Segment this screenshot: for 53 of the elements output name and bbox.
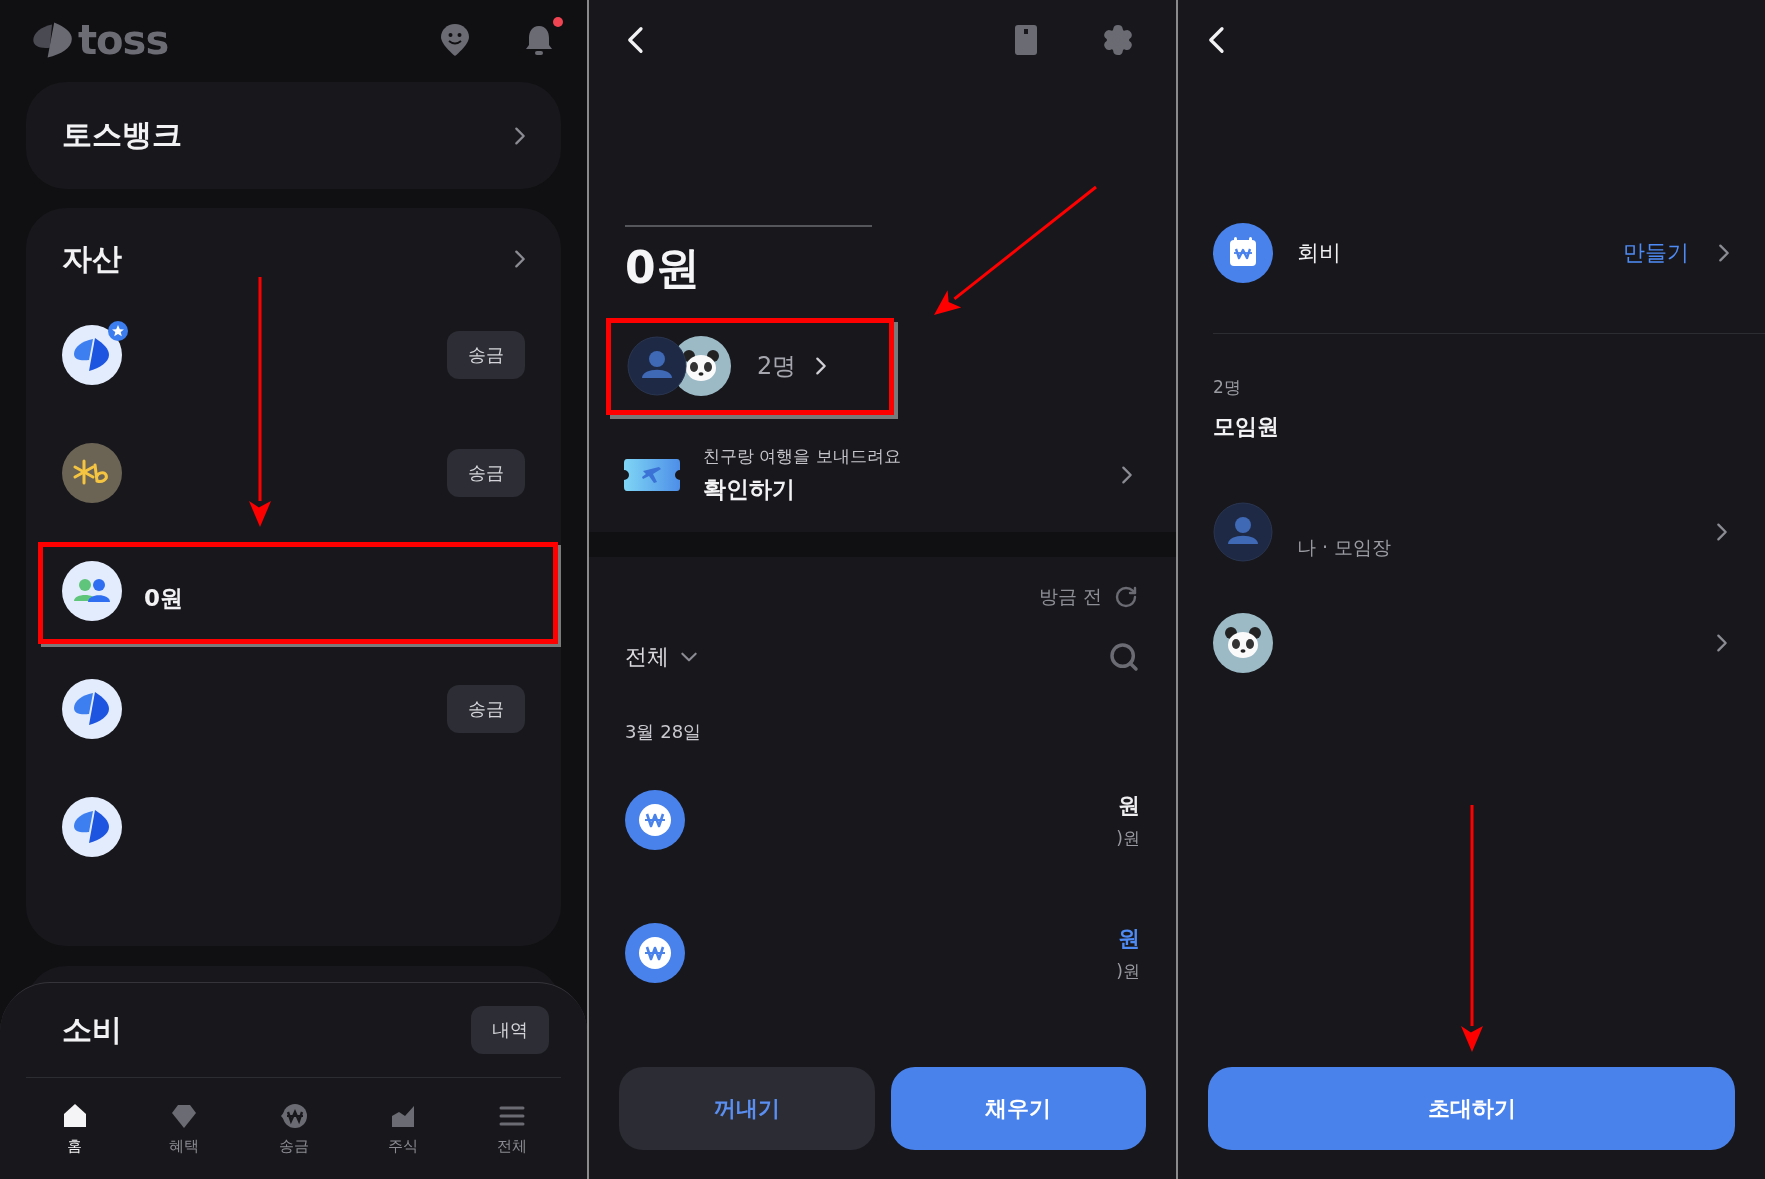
logo-icon <box>62 325 122 385</box>
panda-avatar <box>1213 613 1273 673</box>
promo-action: 확인하기 <box>703 475 796 504</box>
promo-banner[interactable]: 친구랑 여행을 보내드려요 확인하기 <box>589 435 1176 515</box>
person-avatar <box>627 336 687 396</box>
section-title: 모임원 <box>1213 413 1280 441</box>
fee-label: 회비 <box>1297 239 1341 267</box>
card-title: 토스뱅크 <box>62 116 182 154</box>
card-icon[interactable] <box>1014 24 1038 56</box>
date-heading: 3월 28일 <box>625 720 703 744</box>
won-coin-icon <box>625 923 685 983</box>
updated-time: 방금 전 <box>1038 584 1102 609</box>
members-button[interactable]: 2명 <box>627 331 887 401</box>
history-button[interactable]: 내역 <box>471 1006 549 1054</box>
transfer-button[interactable]: 송금 <box>447 685 525 733</box>
balance-amount: 0원 <box>625 241 701 295</box>
search-icon[interactable] <box>1108 641 1140 673</box>
logo-icon <box>62 679 122 739</box>
bank-logo-icon <box>62 443 122 503</box>
create-link[interactable]: 만들기 <box>1623 238 1689 268</box>
card-title: 자산 <box>62 239 122 278</box>
withdraw-button[interactable]: 꺼내기 <box>619 1067 875 1150</box>
fill-button[interactable]: 채우기 <box>890 1067 1146 1150</box>
bell-icon[interactable] <box>523 23 555 57</box>
logo-icon <box>62 797 122 857</box>
card-title: 소비 <box>62 1010 122 1049</box>
refresh-icon[interactable] <box>1114 585 1138 609</box>
transaction-balance: )원 <box>1116 826 1140 850</box>
invite-button[interactable]: 초대하기 <box>1208 1067 1735 1150</box>
transfer-button[interactable]: 송금 <box>447 331 525 379</box>
won-coin-icon <box>278 1101 309 1131</box>
nav-tab[interactable]: 홈 <box>20 1101 130 1156</box>
group-icon <box>62 561 122 621</box>
logo-text: toss <box>78 17 169 63</box>
ticket-icon <box>623 457 681 493</box>
person-avatar <box>1213 502 1273 562</box>
transaction-balance: )원 <box>1116 959 1140 983</box>
nav-tab[interactable]: 송금 <box>238 1101 349 1156</box>
member-role: 나 · 모임장 <box>1297 535 1392 560</box>
member-count: 2명 <box>1213 376 1242 399</box>
account-amount: 0원 <box>144 583 183 613</box>
face-pin-icon[interactable] <box>439 22 471 58</box>
bank-card[interactable]: 토스뱅크 <box>26 82 561 189</box>
nav-tab[interactable]: 주식 <box>348 1101 458 1156</box>
won-coin-icon <box>625 790 685 850</box>
nav-tab[interactable]: 전체 <box>457 1101 568 1156</box>
transaction-amount: 원 <box>1118 924 1140 953</box>
transaction-amount: 원 <box>1118 791 1140 820</box>
transfer-button[interactable]: 송금 <box>447 449 525 497</box>
nav-tab[interactable]: 혜택 <box>129 1101 239 1156</box>
calendar-won-icon <box>1213 223 1273 283</box>
filter-dropdown[interactable]: 전체 <box>625 642 699 672</box>
promo-caption: 친구랑 여행을 보내드려요 <box>703 445 901 468</box>
